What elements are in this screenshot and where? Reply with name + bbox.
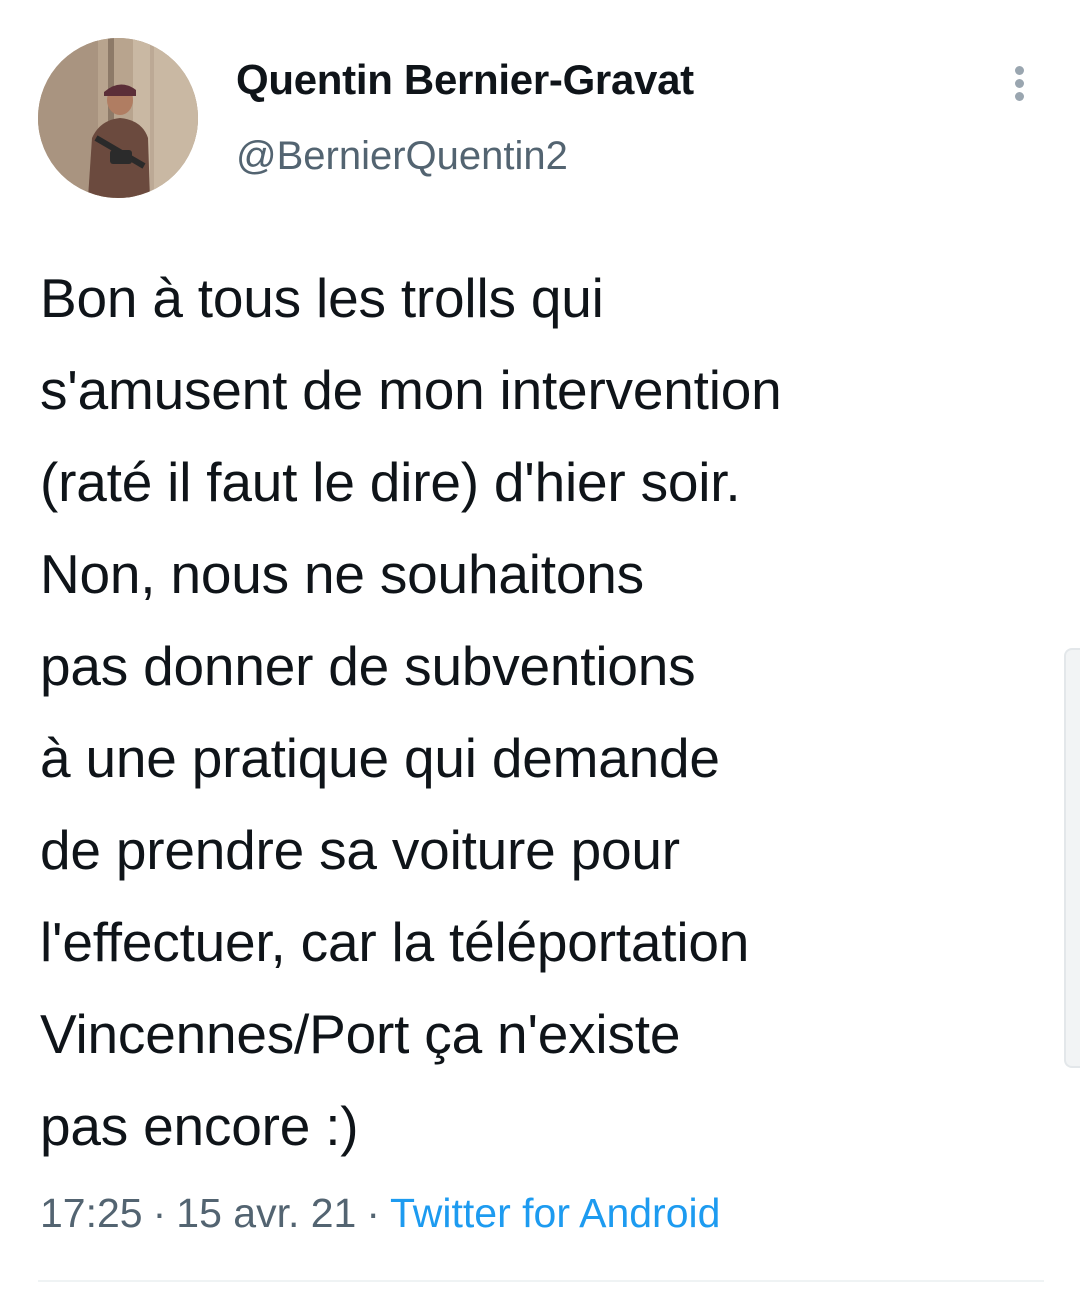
meta-separator: ·	[152, 1190, 167, 1236]
tweet-text-line: Vincennes/Port ça n'existe	[40, 1003, 681, 1065]
more-vertical-icon[interactable]	[1004, 62, 1036, 106]
tweet-detail: Quentin Bernier-Gravat @BernierQuentin2 …	[0, 0, 1080, 1296]
tweet-time[interactable]: 17:25	[40, 1190, 143, 1236]
tweet-text-line: de prendre sa voiture pour	[40, 819, 680, 881]
tweet-metadata: 17:25 · 15 avr. 21 · Twitter for Android	[40, 1190, 720, 1237]
tweet-date[interactable]: 15 avr. 21	[176, 1190, 356, 1236]
divider	[38, 1280, 1044, 1282]
scrollbar-thumb[interactable]	[1064, 648, 1080, 1068]
tweet-text-line: Bon à tous les trolls qui	[40, 267, 604, 329]
profile-photo	[38, 38, 198, 198]
tweet-text-line: l'effectuer, car la téléportation	[40, 911, 750, 973]
tweet-text-line: Non, nous ne souhaitons	[40, 543, 644, 605]
tweet-text-line: pas encore :)	[40, 1095, 359, 1157]
tweet-text-line: à une pratique qui demande	[40, 727, 720, 789]
display-name[interactable]: Quentin Bernier-Gravat	[236, 56, 694, 104]
tweet-text-line: (raté il faut le dire) d'hier soir.	[40, 451, 741, 513]
tweet-source-link[interactable]: Twitter for Android	[390, 1190, 720, 1236]
tweet-text-line: pas donner de subventions	[40, 635, 696, 697]
user-handle[interactable]: @BernierQuentin2	[236, 134, 568, 179]
avatar[interactable]	[38, 38, 198, 198]
tweet-text-line: s'amusent de mon intervention	[40, 359, 782, 421]
tweet-text: Bon à tous les trolls qui s'amusent de m…	[40, 252, 1060, 1172]
meta-separator: ·	[366, 1190, 380, 1236]
